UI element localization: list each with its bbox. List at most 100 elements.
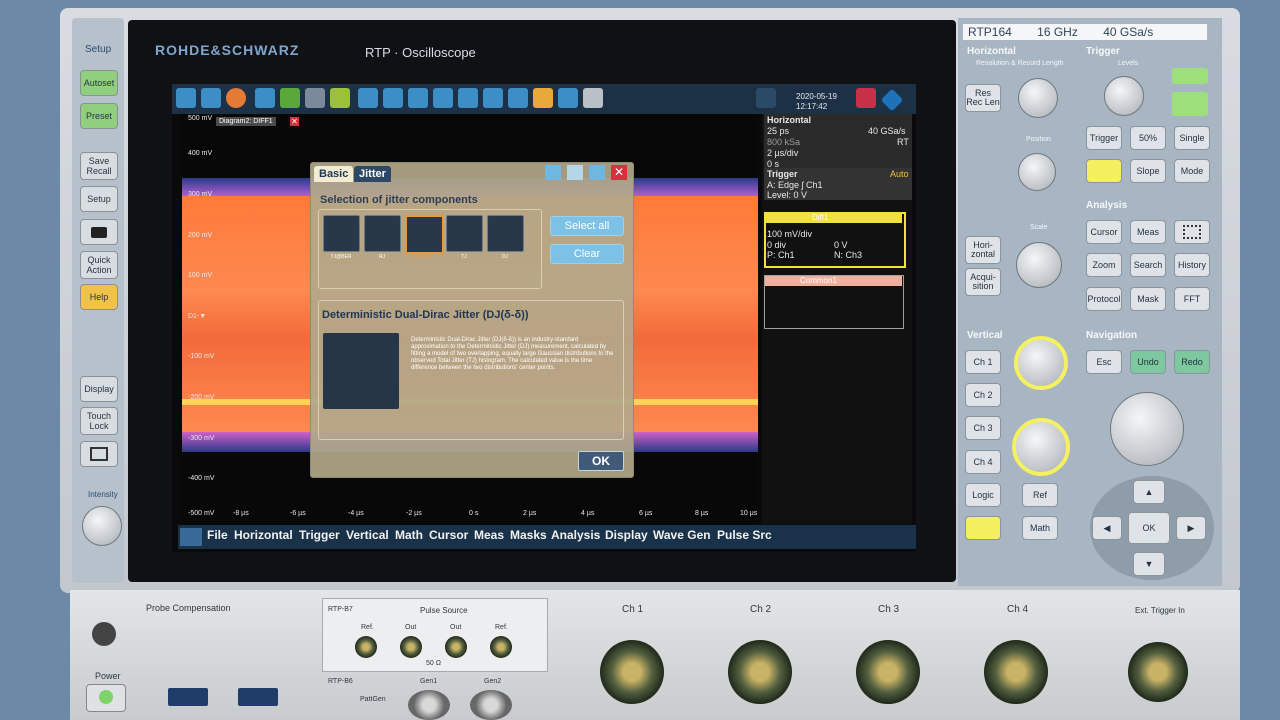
ref-connector[interactable]	[490, 636, 512, 658]
gen1-connector[interactable]	[408, 690, 450, 720]
touch-lock-button[interactable]: Touch Lock	[80, 407, 118, 435]
zoom-button[interactable]: Zoom	[1086, 253, 1122, 277]
nav-down-button[interactable]: ▼	[1133, 552, 1165, 576]
close-dialog-icon[interactable]: ✕	[611, 165, 627, 180]
menu-trigger[interactable]: Trigger	[299, 528, 340, 542]
cursor-button[interactable]: Cursor	[1086, 220, 1122, 244]
esc-button[interactable]: Esc	[1086, 350, 1122, 374]
menu-pulse-src[interactable]: Pulse Src	[717, 528, 772, 542]
screenshot-button[interactable]	[80, 219, 118, 245]
slope-button[interactable]: Slope	[1130, 159, 1166, 183]
save-recall-button[interactable]: Save Recall	[80, 152, 118, 180]
menu-display[interactable]: Display	[605, 528, 648, 542]
trigger-level-knob[interactable]	[1104, 76, 1144, 116]
menu-meas[interactable]: Meas	[474, 528, 504, 542]
diagram-tab[interactable]: Diagram2: DIFF1	[216, 117, 276, 126]
run-cont-icon[interactable]	[280, 88, 300, 108]
single-button[interactable]: Single	[1174, 126, 1210, 150]
level-up-indicator[interactable]	[1172, 68, 1208, 84]
component-rj-button[interactable]	[364, 215, 401, 252]
usb-port[interactable]	[238, 688, 278, 706]
menu-cursor[interactable]: Cursor	[429, 528, 468, 542]
acquisition-button[interactable]: Acqui- sition	[965, 268, 1001, 296]
nav-left-button[interactable]: ◀	[1092, 516, 1122, 540]
apps-grid-icon[interactable]	[180, 528, 202, 546]
undo-icon[interactable]	[176, 88, 196, 108]
mask-button[interactable]: Mask	[1130, 287, 1166, 311]
out-connector[interactable]	[445, 636, 467, 658]
print-icon[interactable]	[558, 88, 578, 108]
logic-button[interactable]: Logic	[965, 483, 1001, 507]
mask-icon[interactable]	[458, 88, 478, 108]
menu-masks[interactable]: Masks	[510, 528, 547, 542]
ch1-button[interactable]: Ch 1	[965, 350, 1001, 374]
help-icon[interactable]	[226, 88, 246, 108]
mode-button[interactable]: Mode	[1174, 159, 1210, 183]
redo-icon[interactable]	[201, 88, 221, 108]
power-button[interactable]	[86, 684, 126, 712]
nav-up-button[interactable]: ▲	[1133, 480, 1165, 504]
redo-button[interactable]: Redo	[1174, 350, 1210, 374]
autoset-button[interactable]: Autoset	[80, 70, 118, 96]
ref-connector[interactable]	[355, 636, 377, 658]
fft-icon[interactable]	[508, 88, 528, 108]
menu-horizontal[interactable]: Horizontal	[234, 528, 293, 542]
gen2-connector[interactable]	[470, 690, 512, 720]
tab-basic[interactable]: Basic	[314, 166, 354, 182]
component-dj-button[interactable]	[487, 215, 524, 252]
help-button[interactable]: Help	[80, 284, 118, 310]
horizontal-scale-knob[interactable]	[1016, 242, 1062, 288]
horizontal-position-knob[interactable]	[1018, 153, 1056, 191]
vertical-scale-knob[interactable]	[1012, 418, 1070, 476]
cursor-icon[interactable]	[408, 88, 428, 108]
menu-wave-gen[interactable]: Wave Gen	[653, 528, 711, 542]
tab-jitter[interactable]: Jitter	[354, 166, 391, 182]
history-icon[interactable]	[533, 88, 553, 108]
display-button[interactable]: Display	[80, 376, 118, 402]
component-tjber-button[interactable]	[323, 215, 360, 252]
horizontal-button[interactable]: Hori- zontal	[965, 236, 1001, 264]
delete-icon[interactable]	[583, 88, 603, 108]
protocol-button[interactable]: Protocol	[1086, 287, 1122, 311]
trigger-button[interactable]: Trigger	[1086, 126, 1122, 150]
select-all-button[interactable]: Select all	[550, 216, 624, 236]
menu-vertical[interactable]: Vertical	[346, 528, 389, 542]
ch1-input-connector[interactable]	[600, 640, 664, 704]
windows-button[interactable]	[80, 441, 118, 467]
preset-button[interactable]: Preset	[80, 103, 118, 129]
diff-channel-button[interactable]	[965, 516, 1001, 540]
quick-action-button[interactable]: Quick Action	[80, 251, 118, 279]
ext-trigger-connector[interactable]	[1128, 642, 1188, 702]
usb-port[interactable]	[168, 688, 208, 706]
run-stop-button[interactable]	[1086, 159, 1122, 183]
measure-icon[interactable]	[383, 88, 403, 108]
search-button[interactable]: Search	[1130, 253, 1166, 277]
menu-math[interactable]: Math	[395, 528, 423, 542]
ch4-button[interactable]: Ch 4	[965, 450, 1001, 474]
fifty-percent-button[interactable]: 50%	[1130, 126, 1166, 150]
search-icon[interactable]	[433, 88, 453, 108]
setup-button[interactable]: Setup	[80, 186, 118, 212]
component-tj-button[interactable]	[446, 215, 483, 252]
clear-button[interactable]: Clear	[550, 244, 624, 264]
fft-button[interactable]: FFT	[1174, 287, 1210, 311]
grid-layout-button[interactable]	[1174, 220, 1210, 244]
meas-button[interactable]: Meas	[1130, 220, 1166, 244]
intensity-knob[interactable]	[82, 506, 122, 546]
res-rec-len-button[interactable]: Res Rec Len	[965, 84, 1001, 112]
menu-file[interactable]: File	[207, 528, 228, 542]
nav-ok-button[interactable]: OK	[1128, 512, 1170, 544]
minimize-icon[interactable]	[589, 165, 605, 180]
gear-icon[interactable]	[756, 88, 776, 108]
marker-icon[interactable]	[483, 88, 503, 108]
ch3-input-connector[interactable]	[856, 640, 920, 704]
math-button[interactable]: Math	[1022, 516, 1058, 540]
component-dj-dd-button[interactable]	[405, 215, 444, 254]
zoom-icon[interactable]	[358, 88, 378, 108]
ch3-button[interactable]: Ch 3	[965, 416, 1001, 440]
nav-right-button[interactable]: ▶	[1176, 516, 1206, 540]
resolution-knob[interactable]	[1018, 78, 1058, 118]
menu-analysis[interactable]: Analysis	[551, 528, 600, 542]
ok-button[interactable]: OK	[578, 451, 624, 471]
history-button[interactable]: History	[1174, 253, 1210, 277]
